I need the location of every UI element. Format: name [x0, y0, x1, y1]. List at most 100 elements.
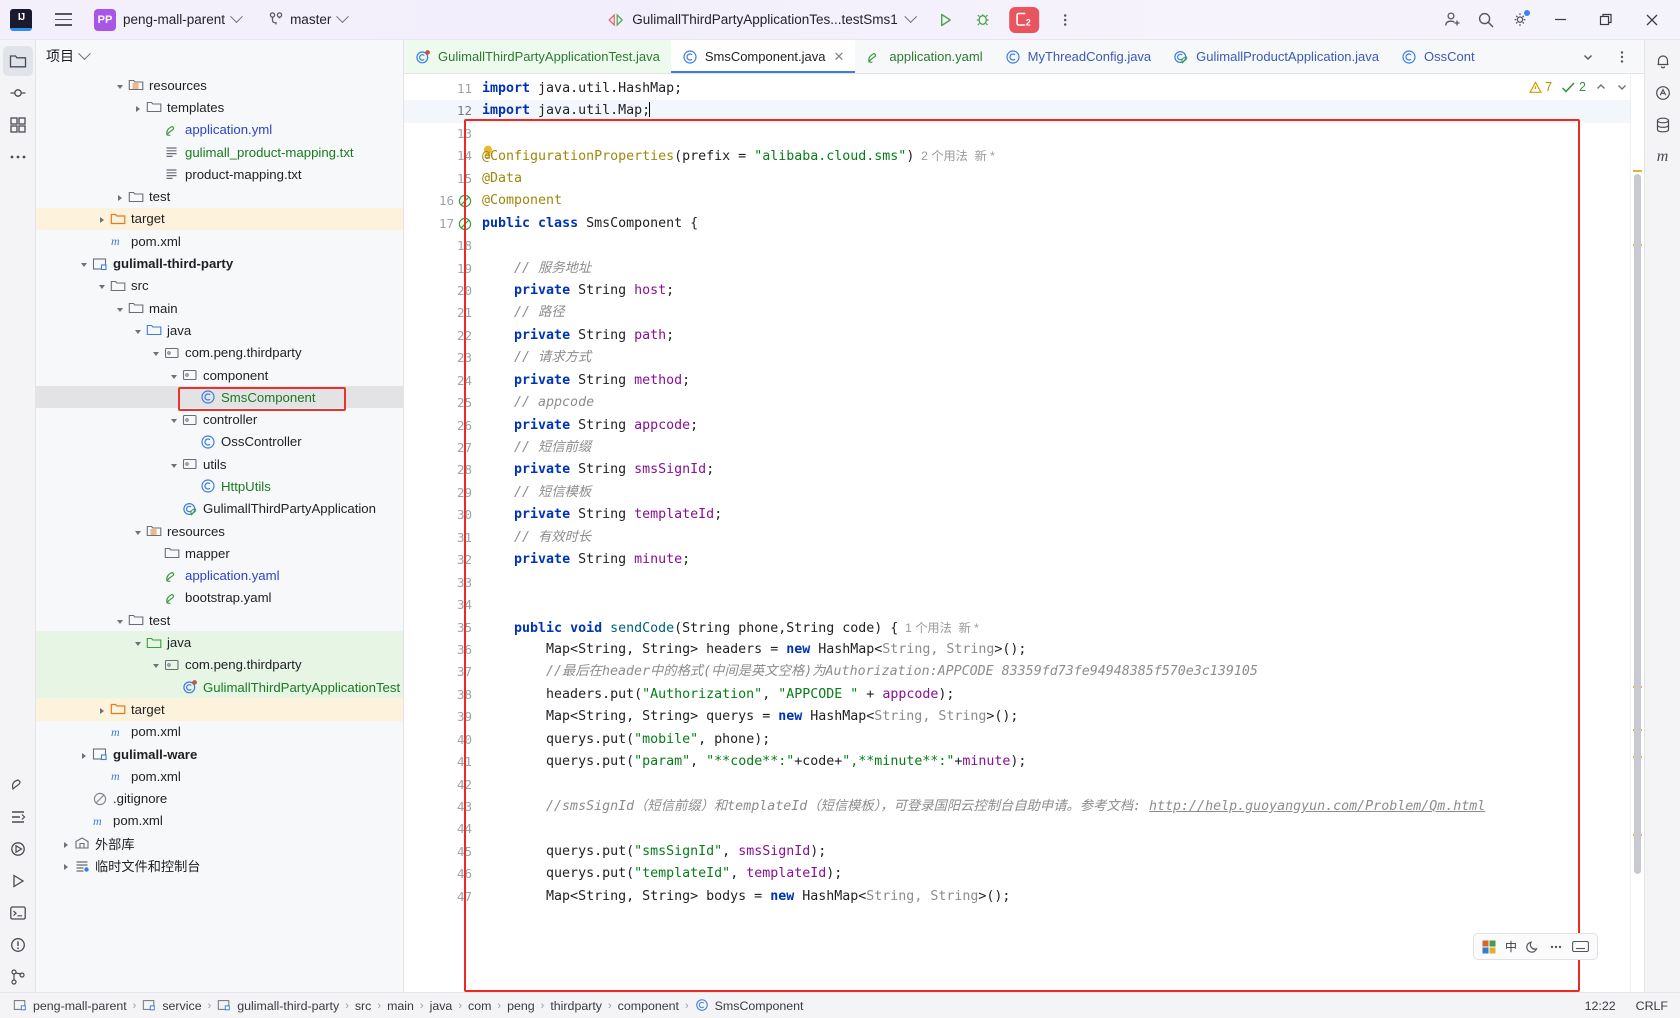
tree-item-main[interactable]: main — [36, 297, 403, 319]
chevron-down-icon[interactable] — [94, 278, 110, 293]
sidebar-item-services[interactable] — [3, 834, 33, 864]
code-line-18[interactable] — [476, 235, 1630, 257]
code-line-42[interactable] — [476, 774, 1630, 796]
main-menu-icon[interactable] — [48, 7, 78, 33]
chevron-down-icon[interactable] — [130, 635, 146, 650]
gutter-line-18[interactable]: 18 — [404, 235, 476, 257]
tab-application-yaml[interactable]: application.yaml — [855, 40, 993, 73]
tree-item-httputils[interactable]: HttpUtils — [36, 475, 403, 497]
chevron-down-icon[interactable] — [166, 457, 182, 472]
code-line-43[interactable]: //smsSignId（短信前缀）和templateId（短信模板），可登录国阳… — [476, 796, 1630, 818]
gutter-line-26[interactable]: 26 — [404, 415, 476, 437]
gutter-line-30[interactable]: 30 — [404, 504, 476, 526]
chevron-right-icon[interactable] — [58, 836, 74, 851]
code-line-23[interactable]: // 请求方式 — [476, 347, 1630, 369]
gutter-line-27[interactable]: 27 — [404, 437, 476, 459]
sidebar-item-database[interactable] — [1648, 110, 1678, 140]
gutter-line-19[interactable]: 19 — [404, 258, 476, 280]
chevron-right-icon[interactable] — [130, 100, 146, 115]
tree-item-controller[interactable]: controller — [36, 408, 403, 430]
inspection-widget[interactable]: 7 2 — [1529, 80, 1628, 94]
code-line-31[interactable]: // 有效时长 — [476, 527, 1630, 549]
breadcrumb-item-gulimall-third-party[interactable]: gulimall-third-party — [212, 997, 344, 1015]
tree-item-gitignore[interactable]: .gitignore — [36, 788, 403, 810]
code-line-12[interactable]: import java.util.Map; — [476, 100, 1630, 123]
chevron-down-icon[interactable] — [148, 345, 164, 360]
tree-item-pom-xml[interactable]: m pom.xml — [36, 721, 403, 743]
inspection-scrollbar[interactable] — [1630, 74, 1644, 992]
tree-item-[interactable]: 临时文件和控制台 — [36, 854, 403, 876]
tree-item-pom-xml[interactable]: m pom.xml — [36, 230, 403, 252]
code-line-21[interactable]: // 路径 — [476, 302, 1630, 324]
gutter-line-13[interactable]: 13 — [404, 123, 476, 145]
tree-item-target[interactable]: target — [36, 698, 403, 721]
gutter-line-25[interactable]: 25 — [404, 392, 476, 414]
tree-item-[interactable]: 外部库 — [36, 832, 403, 854]
gutter-line-14[interactable]: 14 — [404, 145, 476, 167]
gutter-line-34[interactable]: 34 — [404, 594, 476, 616]
gutter-line-43[interactable]: 43 — [404, 796, 476, 818]
tab-osscont[interactable]: OssCont — [1390, 40, 1486, 73]
line-separator[interactable]: CRLF — [1632, 998, 1672, 1014]
sidebar-item-problems[interactable] — [3, 930, 33, 960]
run-button[interactable] — [929, 5, 961, 35]
gutter-line-28[interactable]: 28 — [404, 459, 476, 481]
code-line-37[interactable]: //最后在header中的格式(中间是英文空格)为Authorization:A… — [476, 661, 1630, 683]
tab-list-button[interactable] — [1572, 42, 1604, 72]
sidebar-item-project[interactable] — [2, 46, 33, 76]
stop-button[interactable]: 2 — [1008, 6, 1039, 33]
tree-item-test[interactable]: test — [36, 185, 403, 207]
chevron-down-icon[interactable] — [112, 301, 128, 316]
tree-item-gulimallthirdpartyapplicationtest[interactable]: GulimallThirdPartyApplicationTest — [36, 676, 403, 699]
tree-item-templates[interactable]: templates — [36, 96, 403, 118]
settings-button[interactable] — [1504, 5, 1536, 35]
gutter-line-22[interactable]: 22 — [404, 325, 476, 347]
tree-item-resources[interactable]: resources — [36, 74, 403, 96]
code-line-35[interactable]: public void sendCode(String phone,String… — [476, 617, 1630, 639]
sidebar-item-notifications[interactable] — [1648, 46, 1678, 76]
gutter-line-37[interactable]: 37 — [404, 661, 476, 683]
sidebar-item-endpoints[interactable] — [3, 802, 33, 832]
gutter-line-24[interactable]: 24 — [404, 370, 476, 392]
gutter-line-33[interactable]: 33 — [404, 572, 476, 594]
gutter-line-16[interactable]: 16 — [404, 190, 476, 212]
tree-item-smscomponent[interactable]: SmsComponent — [36, 386, 403, 409]
chevron-down-icon[interactable] — [76, 256, 92, 271]
code-line-20[interactable]: private String host; — [476, 280, 1630, 302]
code-line-46[interactable]: querys.put("templateId", templateId); — [476, 863, 1630, 885]
code-line-19[interactable]: // 服务地址 — [476, 258, 1630, 280]
gutter-line-31[interactable]: 31 — [404, 527, 476, 549]
tree-item-utils[interactable]: utils — [36, 453, 403, 475]
code-line-24[interactable]: private String method; — [476, 370, 1630, 392]
gutter-line-21[interactable]: 21 — [404, 302, 476, 324]
tree-item-mapper[interactable]: mapper — [36, 542, 403, 564]
code-line-25[interactable]: // appcode — [476, 392, 1630, 414]
gutter-line-44[interactable]: 44 — [404, 818, 476, 840]
run-configuration-selector[interactable]: GulimallThirdPartyApplicationTes...testS… — [599, 9, 923, 30]
gutter-line-29[interactable]: 29 — [404, 482, 476, 504]
breadcrumb-item-peng[interactable]: peng — [502, 998, 540, 1014]
tree-item-resources[interactable]: resources — [36, 520, 403, 542]
chevron-down-icon[interactable] — [166, 412, 182, 427]
tree-item-java[interactable]: java — [36, 319, 403, 341]
chevron-right-icon[interactable] — [94, 211, 110, 226]
code-line-15[interactable]: @Data — [476, 168, 1630, 190]
sidebar-item-run[interactable] — [3, 866, 33, 896]
tree-item-gulimall-product-mapping-txt[interactable]: gulimall_product-mapping.txt — [36, 141, 403, 163]
tree-item-application-yaml[interactable]: application.yaml — [36, 565, 403, 587]
gutter-line-23[interactable]: 23 — [404, 347, 476, 369]
tree-item-pom-xml[interactable]: m pom.xml — [36, 765, 403, 787]
tab-options-button[interactable] — [1606, 42, 1638, 72]
tree-item-application-yml[interactable]: application.yml — [36, 119, 403, 141]
search-everywhere-button[interactable] — [1470, 5, 1502, 35]
code-line-34[interactable] — [476, 594, 1630, 616]
code-line-39[interactable]: Map<String, String> querys = new HashMap… — [476, 706, 1630, 728]
close-tab-icon[interactable]: ✕ — [833, 50, 844, 63]
breadcrumb-item-component[interactable]: component — [613, 998, 684, 1014]
minimize-window-button[interactable] — [1538, 0, 1582, 40]
gutter-line-11[interactable]: 11 — [404, 78, 476, 100]
tree-item-osscontroller[interactable]: OssController — [36, 431, 403, 453]
next-problem-button[interactable] — [1616, 81, 1628, 93]
tree-item-product-mapping-txt[interactable]: product-mapping.txt — [36, 163, 403, 185]
gutter-line-12[interactable]: 12 — [404, 100, 476, 123]
